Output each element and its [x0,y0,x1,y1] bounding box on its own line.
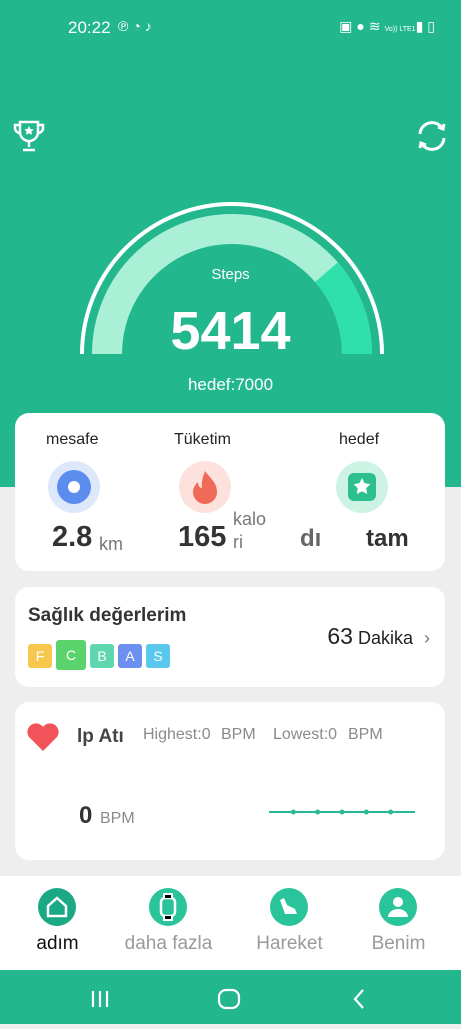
watch-icon [149,888,187,926]
stat-calories-title: Tüketim [174,431,231,448]
signal-icon: ▮ [415,18,428,34]
back-button[interactable] [353,989,364,1009]
nav-item-more[interactable]: daha fazla [111,876,226,970]
heart-lowest-unit: BPM [348,726,383,743]
stat-calories[interactable]: Tüketim 165 kalo ri [155,413,295,571]
stat-calories-unit-2: ri [233,532,243,552]
badge-s: S [146,644,170,668]
heart-highest-unit: BPM [221,726,256,743]
trophy-icon[interactable] [12,118,46,154]
user-icon [379,888,417,926]
trend-point [339,809,345,815]
heart-icon [27,723,59,751]
wifi-icon: ≋ [368,18,385,34]
nav-label-more: daha fazla [124,933,213,954]
health-minutes-label: Dakika [357,628,413,648]
stat-goal-value-right: tam [366,525,409,552]
battery-saver-icon: ▣ [339,18,357,34]
battery-icon: ▯ [427,18,439,34]
shoe-icon [270,888,308,926]
stat-distance-value: 2.8 [52,521,93,553]
nav-item-step[interactable]: adım [0,876,115,970]
star-badge-icon [336,461,388,513]
heart-rate-title: lp Atı [77,726,124,747]
heart-rate-value: 0 [79,802,93,829]
trend-point [363,809,369,815]
status-right-icons: ▣●≋Vo)) LTE1▮▯ [339,18,439,35]
heart-highest: Highest:0 [143,726,211,743]
heart-trend-line [269,809,415,815]
health-minutes-value: 63 [327,623,353,649]
bell-icon: ♪ [144,18,156,34]
badge-f: F [28,644,52,668]
nav-label-step: adım [36,933,79,954]
steps-value: 5414 [170,301,291,361]
home-button[interactable] [217,988,241,1010]
stat-goal[interactable]: hedef dı tam [295,413,445,571]
chevron-right-icon: › [424,628,430,648]
volte-icon: Vo)) LTE1 [384,26,416,33]
steps-gauge [80,202,384,355]
refresh-icon[interactable] [414,118,450,154]
stat-distance-unit: km [99,534,123,554]
badge-b: B [90,644,114,668]
location-icon: ● [356,18,369,34]
status-left-icons: ℗◔♪ [118,18,156,34]
status-bar: 20:22 ℗◔♪ ▣●≋Vo)) LTE1▮▯ [0,0,461,56]
badge-c: C [56,640,86,670]
stat-goal-value-left: dı [300,525,322,552]
health-card[interactable]: Sağlık değerlerim F C B A S 63 Dakika › [15,587,445,687]
flame-icon [179,461,231,513]
stat-calories-value: 165 [178,521,227,553]
trend-point [388,809,394,815]
health-minutes: 63 Dakika › [327,623,430,650]
stats-card: mesafe 2.8 km Tüketim 165 kalo ri hedef … [15,413,445,571]
stat-goal-title: hedef [339,431,380,448]
stat-distance-title: mesafe [46,431,99,448]
recent-apps-button[interactable] [91,991,109,1007]
steps-label: Steps [211,266,250,283]
stat-distance[interactable]: mesafe 2.8 km [15,413,155,571]
trend-point [290,809,296,815]
heart-rate-card[interactable]: lp Atı Highest:0 BPM Lowest:0 BPM 0 BPM [15,702,445,860]
nav-label-me: Benim [371,933,426,954]
heart-rate-unit: BPM [100,810,135,827]
health-title: Sağlık değerlerim [28,605,187,626]
nav-item-me[interactable]: Benim [341,876,456,970]
heart-lowest: Lowest:0 [273,726,338,743]
stat-calories-unit-1: kalo [233,509,267,529]
p-icon: ℗ [118,18,133,34]
whatsapp-icon: ◔ [132,18,145,34]
nav-label-movement: Hareket [256,933,323,954]
system-navigation-bar [0,970,461,1024]
home-icon [38,888,76,926]
location-pin-icon [48,461,100,513]
nav-item-movement[interactable]: Hareket [232,876,347,970]
bottom-nav: adım daha fazla Hareket Benim [0,876,461,970]
status-time: 20:22 [68,18,111,37]
trend-point [315,809,321,815]
badge-a: A [118,644,142,668]
goal-text: hedef:7000 [187,375,274,394]
